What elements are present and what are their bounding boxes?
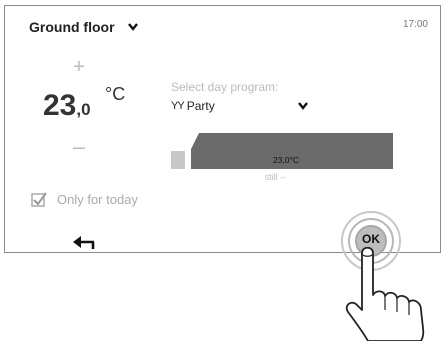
only-for-today-checkbox[interactable]: Only for today <box>31 192 138 207</box>
day-program-label: Select day program: <box>171 80 279 94</box>
profile-value: 23,0°C <box>273 155 299 165</box>
checkbox-checked-icon <box>31 192 47 207</box>
day-program-dropdown[interactable]: ΥΥ Party <box>171 99 309 113</box>
pointing-hand-icon <box>345 246 425 341</box>
increase-temperature-button[interactable]: + <box>69 56 89 79</box>
only-for-today-label: Only for today <box>57 192 138 207</box>
chevron-down-icon <box>298 102 308 110</box>
clock: 17:00 <box>402 19 428 30</box>
profile-note: still – <box>264 172 286 182</box>
temperature-display: 23,0 °C <box>43 84 125 123</box>
temperature-unit: °C <box>105 84 126 104</box>
cocktail-glasses-icon: ΥΥ <box>171 100 185 112</box>
temperature-decimal: ,0 <box>76 100 91 119</box>
chevron-down-icon <box>127 23 138 31</box>
zone-dropdown[interactable]: Ground floor <box>29 19 139 35</box>
profile-start-marker <box>171 151 185 169</box>
back-arrow-icon[interactable] <box>71 234 97 252</box>
temperature-integer: 23 <box>43 89 77 122</box>
day-program-profile: 23,0°C <box>171 133 393 169</box>
day-program-selected: Party <box>186 99 215 113</box>
decrease-temperature-button[interactable]: – <box>69 134 89 160</box>
zone-name: Ground floor <box>29 19 115 35</box>
